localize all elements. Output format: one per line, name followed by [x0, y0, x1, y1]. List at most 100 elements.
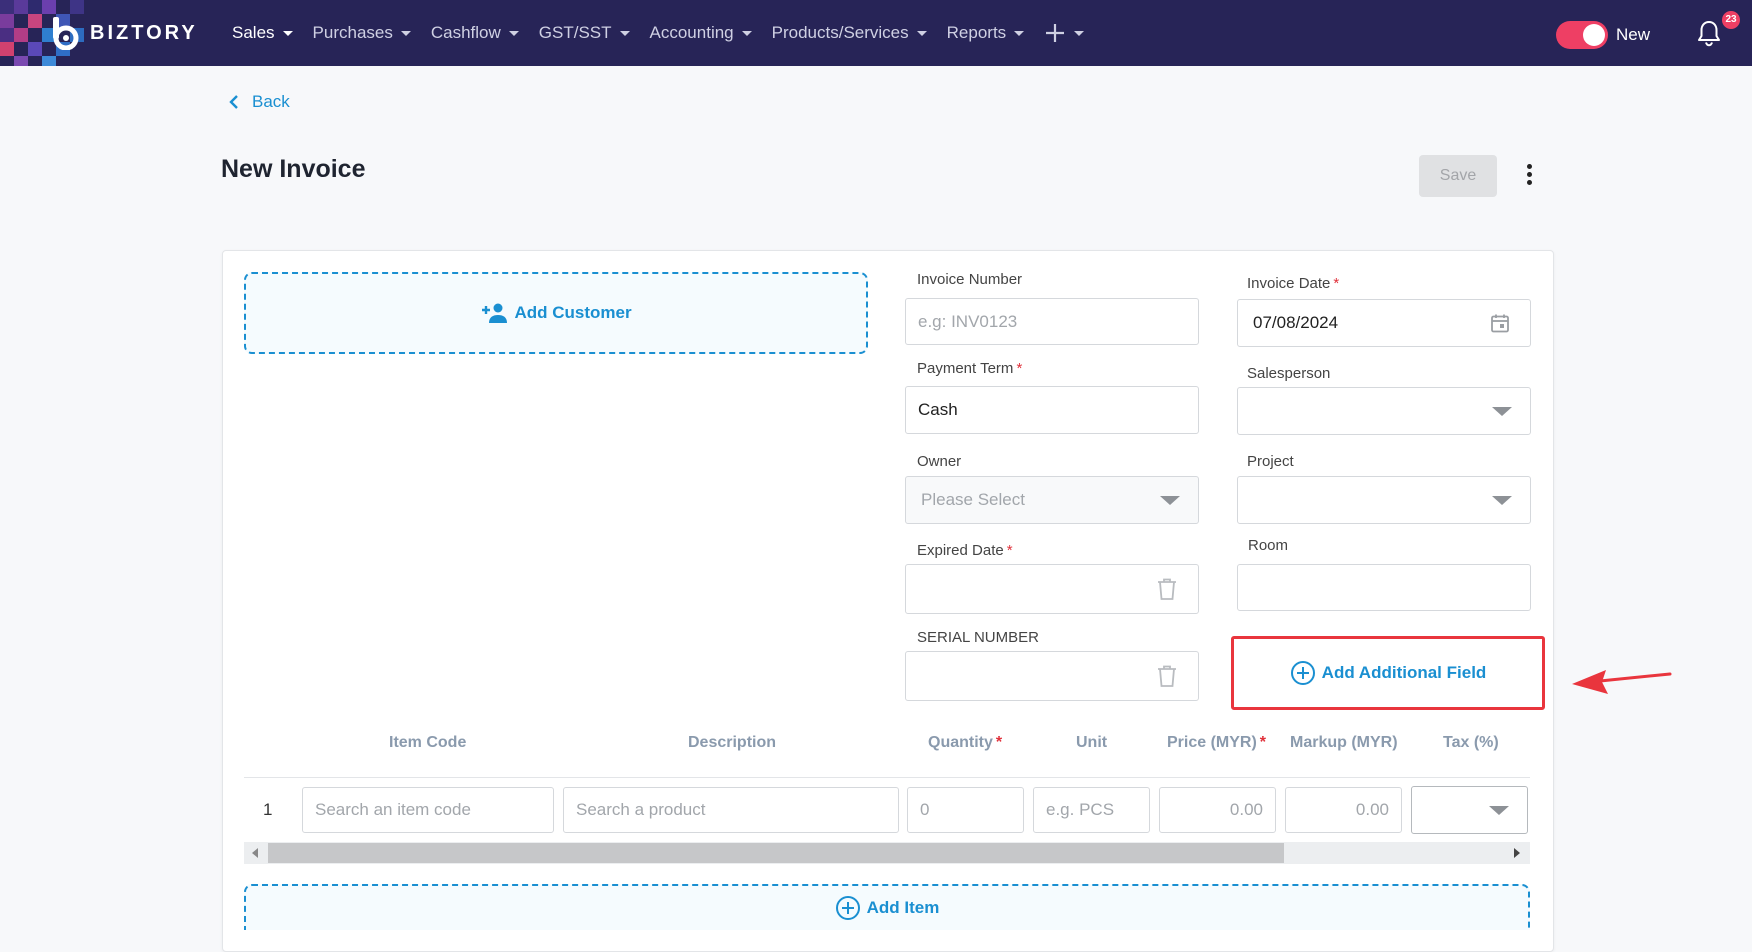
column-header-markup: Markup (MYR): [1290, 734, 1398, 751]
trash-icon[interactable]: [1156, 577, 1178, 601]
payment-term-field[interactable]: Cash: [905, 386, 1199, 434]
back-label: Back: [252, 92, 290, 111]
room-input[interactable]: [1237, 564, 1531, 611]
chevron-down-icon: [741, 30, 752, 36]
invoice-number-input[interactable]: e.g: INV0123: [905, 298, 1199, 345]
quantity-placeholder: 0: [920, 800, 930, 819]
nav-accounting[interactable]: Accounting: [650, 23, 752, 43]
add-customer-label: Add Customer: [514, 303, 632, 322]
add-customer-button[interactable]: Add Customer: [244, 272, 868, 354]
item-code-input[interactable]: Search an item code: [302, 787, 554, 833]
markup-input[interactable]: 0.00: [1285, 787, 1402, 833]
column-header-price: Price (MYR) *: [1167, 734, 1267, 751]
chevron-down-icon: [1074, 30, 1085, 36]
add-item-label: Add Item: [866, 898, 940, 917]
unit-input[interactable]: e.g. PCS: [1033, 787, 1150, 833]
nav-products-services-label: Products/Services: [771, 23, 909, 42]
description-input[interactable]: Search a product: [563, 787, 899, 833]
bell-icon[interactable]: [1694, 18, 1724, 48]
chevron-down-icon: [282, 30, 293, 36]
column-header-tax: Tax (%): [1443, 734, 1499, 751]
add-person-icon: [482, 303, 508, 323]
chevron-down-icon: [916, 30, 927, 36]
chevron-down-icon: [1014, 30, 1025, 36]
back-link[interactable]: Back: [228, 92, 290, 112]
red-arrow-annotation-icon: [1572, 670, 1672, 694]
plus-circle-icon: [835, 896, 860, 920]
nav-gst-sst-label: GST/SST: [538, 23, 612, 42]
price-input[interactable]: 0.00: [1159, 787, 1276, 833]
unit-placeholder: e.g. PCS: [1046, 800, 1115, 819]
top-navigation-bar: BIZTORY Sales Purchases Cashflow GST/SST…: [0, 0, 1752, 66]
plus-circle-icon: [1290, 661, 1315, 685]
nav-products-services[interactable]: Products/Services: [772, 23, 927, 43]
invoice-date-label: Invoice Date *: [1247, 275, 1340, 292]
page-title: New Invoice: [221, 155, 366, 183]
nav-accounting-label: Accounting: [649, 23, 734, 42]
plus-icon: [1046, 24, 1065, 42]
calendar-icon[interactable]: [1490, 313, 1510, 333]
serial-number-field[interactable]: [905, 651, 1199, 701]
nav-reports-label: Reports: [946, 23, 1007, 42]
payment-term-label: Payment Term *: [917, 360, 1023, 377]
salesperson-select[interactable]: [1237, 387, 1531, 435]
quick-add-menu[interactable]: [1044, 22, 1085, 44]
biztory-logo-icon: [50, 16, 80, 51]
trash-icon[interactable]: [1156, 664, 1178, 688]
owner-select[interactable]: Please Select: [905, 476, 1199, 524]
add-additional-field-button[interactable]: Add Additional Field: [1231, 636, 1545, 710]
scrollbar-thumb[interactable]: [268, 843, 1284, 863]
nav-reports[interactable]: Reports: [947, 23, 1025, 43]
serial-number-label: SERIAL NUMBER: [917, 629, 1039, 646]
row-number: 1: [263, 800, 273, 819]
scroll-left-icon[interactable]: [252, 848, 258, 858]
nav-purchases-label: Purchases: [312, 23, 393, 42]
main-menu: Sales Purchases Cashflow GST/SST Account…: [232, 0, 1104, 66]
expired-date-field[interactable]: [905, 564, 1199, 614]
dropdown-arrow-icon: [1492, 496, 1512, 505]
nav-sales[interactable]: Sales: [232, 23, 293, 43]
brand-logo[interactable]: BIZTORY: [50, 14, 198, 52]
project-select[interactable]: [1237, 476, 1531, 524]
new-ui-toggle[interactable]: New: [1556, 21, 1650, 49]
project-label: Project: [1247, 453, 1294, 470]
expired-date-label: Expired Date *: [917, 542, 1013, 559]
chevron-down-icon: [400, 30, 411, 36]
invoice-number-placeholder: e.g: INV0123: [918, 311, 1018, 331]
save-button[interactable]: Save: [1419, 155, 1497, 197]
column-header-item-code: Item Code: [389, 734, 467, 751]
brand-name: BIZTORY: [90, 21, 198, 44]
nav-cashflow[interactable]: Cashflow: [431, 23, 519, 43]
payment-term-value: Cash: [918, 400, 958, 419]
add-additional-field-label: Add Additional Field: [1321, 663, 1487, 682]
column-header-quantity: Quantity *: [928, 734, 1003, 751]
markup-placeholder: 0.00: [1355, 800, 1389, 819]
room-label: Room: [1248, 537, 1289, 554]
nav-sales-label: Sales: [232, 23, 275, 42]
owner-label: Owner: [917, 453, 962, 470]
item-code-placeholder: Search an item code: [315, 800, 471, 819]
more-options-icon[interactable]: [1520, 164, 1538, 188]
chevron-down-icon: [619, 30, 630, 36]
nav-cashflow-label: Cashflow: [430, 23, 501, 42]
invoice-date-field[interactable]: 07/08/2024: [1237, 299, 1531, 347]
scroll-right-icon[interactable]: [1514, 848, 1520, 858]
owner-placeholder: Please Select: [921, 490, 1025, 509]
add-item-button[interactable]: Add Item: [244, 884, 1530, 930]
invoice-date-value: 07/08/2024: [1253, 313, 1339, 332]
salesperson-label: Salesperson: [1247, 365, 1331, 382]
column-header-description: Description: [688, 734, 777, 751]
nav-purchases[interactable]: Purchases: [313, 23, 411, 43]
nav-gst-sst[interactable]: GST/SST: [539, 23, 630, 43]
tax-select[interactable]: [1411, 786, 1528, 834]
toggle-label: New: [1616, 25, 1651, 44]
quantity-input[interactable]: 0: [907, 787, 1024, 833]
column-header-unit: Unit: [1076, 734, 1108, 751]
dropdown-arrow-icon: [1160, 496, 1180, 505]
notification-count-badge: 23: [1722, 11, 1740, 29]
description-placeholder: Search a product: [576, 800, 706, 819]
chevron-left-icon: [229, 95, 238, 109]
dropdown-arrow-icon: [1492, 407, 1512, 416]
toggle-switch[interactable]: [1556, 21, 1608, 49]
dropdown-arrow-icon: [1489, 806, 1509, 815]
